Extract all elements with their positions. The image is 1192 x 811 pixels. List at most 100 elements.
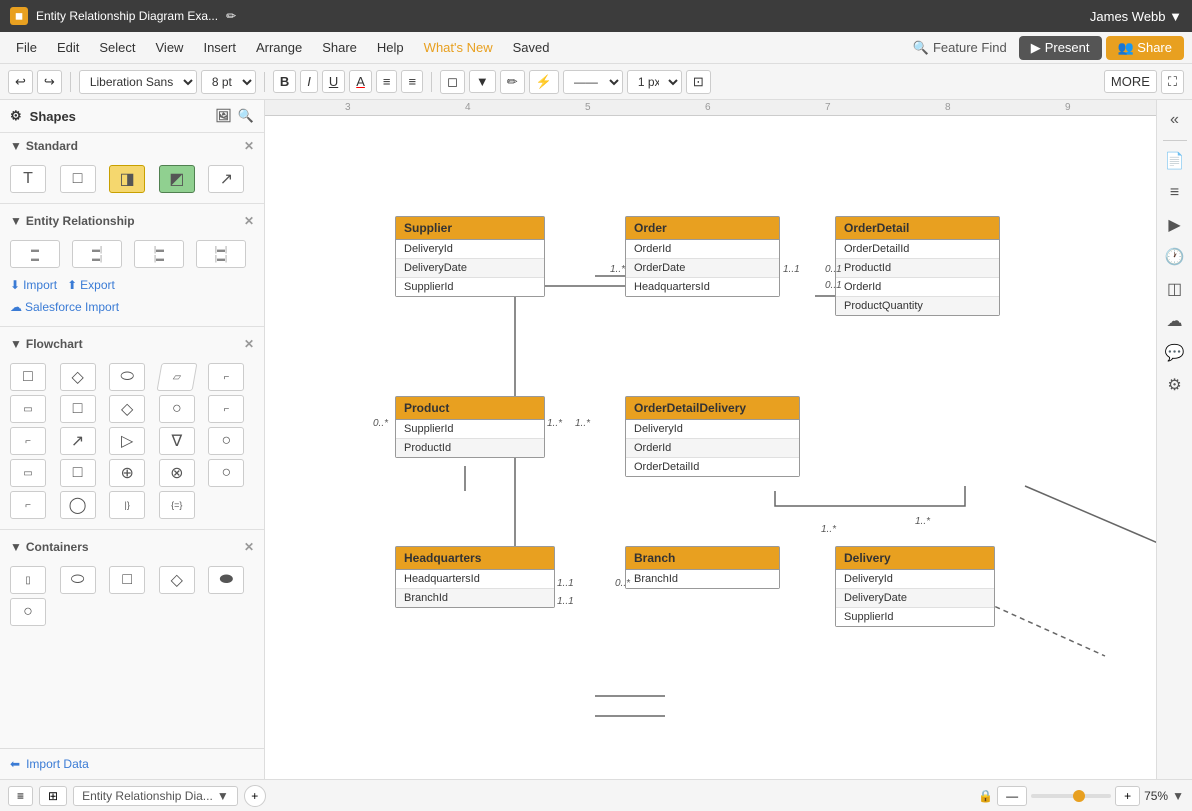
list-view-btn[interactable]: ≡: [8, 786, 33, 806]
fc-rect2[interactable]: ▭: [10, 395, 46, 423]
fc-plus[interactable]: ⊕: [109, 459, 145, 487]
fc-circle2[interactable]: ○: [208, 459, 244, 487]
entity-product[interactable]: Product SupplierId ProductId: [395, 396, 545, 458]
menu-view[interactable]: View: [148, 36, 192, 59]
fill-color-button[interactable]: ▼: [469, 70, 496, 93]
shape-arrow[interactable]: ↗: [208, 165, 244, 193]
entity-orderdetail[interactable]: OrderDetail OrderDetailId ProductId Orde…: [835, 216, 1000, 316]
more-button[interactable]: MORE: [1104, 70, 1157, 93]
rp-comment-btn[interactable]: 💬: [1161, 339, 1189, 367]
rp-collapse-btn[interactable]: «: [1161, 106, 1189, 134]
feature-find-btn[interactable]: 🔍 Feature Find: [905, 36, 1015, 60]
fc-parallelogram[interactable]: ▱: [156, 363, 197, 391]
user-menu[interactable]: James Webb ▼: [1090, 9, 1182, 24]
redo-button[interactable]: ↪: [37, 70, 62, 94]
entity-supplier[interactable]: Supplier DeliveryId DeliveryDate Supplie…: [395, 216, 545, 297]
align-center-button[interactable]: ≡: [401, 70, 423, 93]
menu-file[interactable]: File: [8, 36, 45, 59]
fc-step[interactable]: ⌐: [10, 427, 46, 455]
fc-ellipse2[interactable]: ○: [159, 395, 195, 423]
zoom-slider-thumb[interactable]: [1073, 790, 1085, 802]
import-link[interactable]: ⬇ Import: [10, 278, 57, 292]
cont-diamond[interactable]: ◇: [159, 566, 195, 594]
fc-ellipse[interactable]: ⬭: [109, 363, 145, 391]
fc-rect3[interactable]: □: [60, 395, 96, 423]
line-style-select[interactable]: ——: [563, 70, 623, 94]
entity-delivery[interactable]: Delivery DeliveryId DeliveryDate Supplie…: [835, 546, 995, 627]
rp-time-btn[interactable]: 🕐: [1161, 243, 1189, 271]
fc-note[interactable]: ⌐: [208, 395, 244, 423]
rp-cloud-btn[interactable]: ☁: [1161, 307, 1189, 335]
rp-present-btn[interactable]: ▶: [1161, 211, 1189, 239]
italic-button[interactable]: I: [300, 70, 318, 93]
menu-insert[interactable]: Insert: [195, 36, 244, 59]
rp-format-btn[interactable]: ≡: [1161, 179, 1189, 207]
section-containers[interactable]: ▼ Containers ✕: [0, 534, 264, 560]
fc-step2[interactable]: ⌐: [10, 491, 46, 519]
sidebar-image-icon[interactable]: 🖼: [215, 108, 232, 124]
zoom-slider[interactable]: [1031, 794, 1111, 798]
line-color-button[interactable]: ✏: [500, 70, 525, 94]
underline-button[interactable]: U: [322, 70, 345, 93]
close-er-icon[interactable]: ✕: [244, 214, 254, 228]
cont-circle[interactable]: ○: [10, 598, 46, 626]
zoom-minus-btn[interactable]: —: [997, 786, 1027, 806]
rp-layers-btn[interactable]: ◫: [1161, 275, 1189, 303]
fc-list2[interactable]: {=}: [159, 491, 195, 519]
add-page-btn[interactable]: +: [244, 785, 266, 807]
rp-pages-btn[interactable]: 📄: [1161, 147, 1189, 175]
shape-style-button[interactable]: ◻: [440, 70, 465, 94]
export-link[interactable]: ⬆ Export: [67, 278, 115, 292]
present-button[interactable]: ▶ ▶ Present Present: [1019, 36, 1102, 60]
close-standard-icon[interactable]: ✕: [244, 139, 254, 153]
shape-note[interactable]: ◨: [109, 165, 145, 193]
fc-list1[interactable]: |}: [109, 491, 145, 519]
entity-order[interactable]: Order OrderId OrderDate HeadquartersId: [625, 216, 780, 297]
edit-icon[interactable]: ✏: [226, 9, 236, 23]
er-shape-3[interactable]: |▬|▬: [134, 240, 184, 268]
cont-tab[interactable]: ▯: [10, 566, 46, 594]
cont-pill[interactable]: ⬭: [60, 566, 96, 594]
menu-help[interactable]: Help: [369, 36, 412, 59]
section-flowchart[interactable]: ▼ Flowchart ✕: [0, 331, 264, 357]
fc-inv-tri[interactable]: ∇: [159, 427, 195, 455]
transform-button[interactable]: ⊡: [686, 70, 711, 94]
fc-circle[interactable]: ○: [208, 427, 244, 455]
fc-arrow[interactable]: ↗: [60, 427, 96, 455]
canvas-area[interactable]: 3 4 5 6 7 8 9: [265, 100, 1156, 779]
entity-branch[interactable]: Branch BranchId: [625, 546, 780, 589]
shape-rect[interactable]: □: [60, 165, 96, 193]
zoom-plus-btn[interactable]: +: [1115, 786, 1140, 806]
section-standard[interactable]: ▼ Standard ✕: [0, 133, 264, 159]
connection-style-button[interactable]: ⚡: [529, 70, 559, 94]
font-size-select[interactable]: 8 pt: [201, 70, 256, 94]
grid-view-btn[interactable]: ⊞: [39, 786, 67, 806]
er-shape-4[interactable]: |▬||▬|: [196, 240, 246, 268]
rp-settings-btn[interactable]: ⚙: [1161, 371, 1189, 399]
align-left-button[interactable]: ≡: [376, 70, 398, 93]
close-containers-icon[interactable]: ✕: [244, 540, 254, 554]
sidebar-search-icon[interactable]: 🔍: [238, 108, 254, 124]
fc-diamond[interactable]: ◇: [60, 363, 96, 391]
menu-select[interactable]: Select: [91, 36, 143, 59]
bold-button[interactable]: B: [273, 70, 296, 93]
entity-headquarters[interactable]: Headquarters HeadquartersId BranchId: [395, 546, 555, 608]
import-data-btn[interactable]: ⬅ Import Data: [0, 748, 264, 779]
fc-cross[interactable]: ⊗: [159, 459, 195, 487]
er-shape-1[interactable]: ▬▬: [10, 240, 60, 268]
section-er[interactable]: ▼ Entity Relationship ✕: [0, 208, 264, 234]
menu-share[interactable]: Share: [314, 36, 365, 59]
fc-tri[interactable]: ▷: [109, 427, 145, 455]
menu-whats-new[interactable]: What's New: [416, 36, 501, 59]
fc-process[interactable]: ⌐: [208, 363, 244, 391]
fc-rect[interactable]: □: [10, 363, 46, 391]
canvas-inner[interactable]: Supplier DeliveryId DeliveryDate Supplie…: [265, 116, 1156, 779]
salesforce-link[interactable]: ☁ Salesforce Import: [10, 300, 254, 314]
fc-diamond2[interactable]: ◇: [109, 395, 145, 423]
cont-ellipse[interactable]: ⬬: [208, 566, 244, 594]
fc-rect5[interactable]: □: [60, 459, 96, 487]
fc-rect4[interactable]: ▭: [10, 459, 46, 487]
cont-rect[interactable]: □: [109, 566, 145, 594]
font-select[interactable]: Liberation Sans: [79, 70, 197, 94]
shape-text[interactable]: T: [10, 165, 46, 193]
